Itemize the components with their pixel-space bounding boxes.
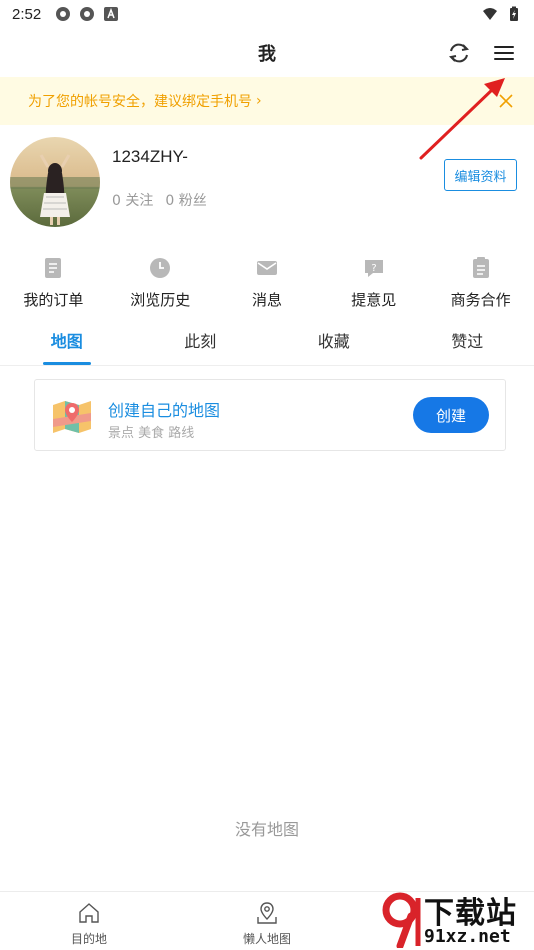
quick-entry-label: 提意见 [351, 291, 397, 309]
wifi-icon [483, 8, 497, 20]
app-notification-icon [80, 7, 95, 21]
battery-icon [510, 6, 518, 21]
create-map-card[interactable]: 创建自己的地图 景点 美食 路线 创建 [34, 379, 506, 451]
tab-map[interactable]: 地图 [0, 328, 134, 365]
clipboard-icon [472, 257, 489, 278]
banner-text: 为了您的帐号安全，建议绑定手机号 [28, 94, 252, 110]
order-icon [45, 258, 62, 278]
watermark-bottom-text: 91xz.net [424, 926, 511, 947]
card-subtitle: 景点 美食 路线 [108, 426, 195, 441]
empty-state-text: 没有地图 [234, 820, 299, 839]
quick-entry-orders[interactable]: 我的订单 [0, 255, 107, 315]
watermark-logo-icon [382, 892, 421, 948]
nav-label: 目的地 [70, 932, 107, 946]
menu-icon[interactable] [490, 40, 518, 66]
font-notification-icon [104, 7, 119, 21]
avatar[interactable] [10, 137, 100, 227]
username: 1234ZHY- [112, 147, 188, 166]
quick-entry-business[interactable]: 商务合作 [427, 255, 534, 315]
tab-favorites[interactable]: 收藏 [267, 328, 401, 365]
header: 我 [0, 28, 534, 76]
create-button[interactable]: 创建 [413, 397, 489, 433]
chevron-right-icon: › [256, 93, 262, 109]
tab-moment[interactable]: 此刻 [134, 328, 268, 365]
follow-stats: 0 关注 0 粉丝 [112, 190, 207, 210]
clock-icon [150, 258, 171, 278]
status-time: 2:52 [12, 5, 42, 23]
feedback-icon: ? [364, 260, 383, 277]
nav-label: 懒人地图 [242, 932, 291, 946]
quick-entry-label: 我的订单 [23, 291, 84, 309]
content-tabs: 地图 此刻 收藏 赞过 [0, 328, 534, 366]
app-notification-icon [56, 7, 71, 21]
refresh-icon[interactable] [446, 40, 472, 66]
following-count[interactable]: 0 关注 [112, 190, 153, 210]
map-icon [53, 401, 91, 433]
bind-phone-banner[interactable]: 为了您的帐号安全，建议绑定手机号 › [0, 77, 534, 125]
quick-entries: 我的订单 浏览历史 消息 ? 提意见 商务合作 [0, 255, 534, 315]
quick-entry-label: 消息 [251, 291, 282, 309]
close-icon[interactable] [496, 91, 516, 111]
quick-entry-messages[interactable]: 消息 [214, 255, 321, 315]
svg-text:?: ? [371, 263, 376, 274]
edit-profile-button[interactable]: 编辑资料 [444, 159, 517, 191]
nav-lazy-map[interactable]: 懒人地图 [178, 892, 356, 950]
fans-count[interactable]: 0 粉丝 [165, 190, 206, 210]
quick-entry-history[interactable]: 浏览历史 [107, 255, 214, 315]
quick-entry-label: 浏览历史 [130, 291, 191, 309]
map-pin-icon [257, 902, 277, 924]
quick-entry-feedback[interactable]: ? 提意见 [320, 255, 427, 315]
nav-destination[interactable]: 目的地 [0, 892, 178, 950]
card-title: 创建自己的地图 [108, 401, 221, 420]
mail-icon [256, 261, 277, 275]
annotation-arrow [419, 78, 505, 160]
watermark: 下载站 91xz.net [378, 888, 534, 950]
status-bar: 2:52 [0, 0, 534, 28]
quick-entry-label: 商务合作 [450, 291, 511, 309]
home-icon [79, 903, 99, 923]
tab-liked[interactable]: 赞过 [401, 328, 534, 365]
